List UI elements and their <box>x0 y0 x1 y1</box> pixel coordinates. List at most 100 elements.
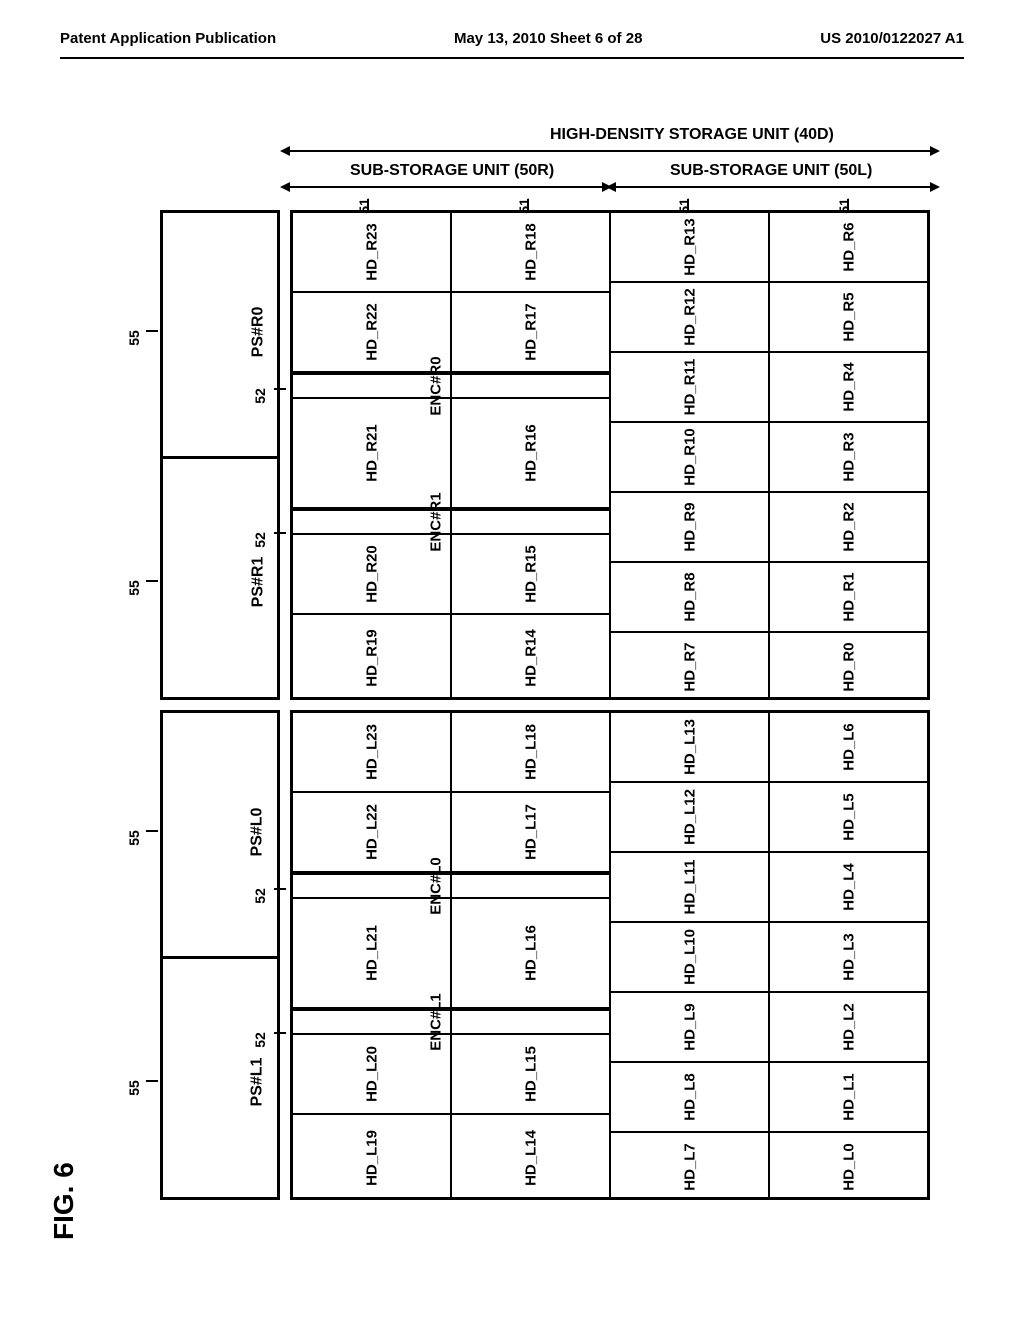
arrow-top-right <box>930 146 940 156</box>
drive-l0: HD_L0 <box>840 1143 857 1191</box>
tick-52-l0 <box>274 888 286 890</box>
cell-r3: HD_R3 <box>770 423 927 493</box>
drive-l22: HD_L22 <box>363 804 380 860</box>
ref-51-c2: 51 <box>516 198 532 214</box>
ps-col-l: PS#L0 PS#L1 <box>160 710 280 1200</box>
drive-r4: HD_R4 <box>840 362 857 411</box>
cell-r10: HD_R10 <box>611 423 768 493</box>
cell-r8: HD_R8 <box>611 563 768 633</box>
drive-r11: HD_R11 <box>681 359 698 416</box>
ref-55-r0: 55 <box>126 330 142 346</box>
ref-52-l1: 52 <box>252 1032 268 1048</box>
col-l3: HD_L13 HD_L12 HD_L11 HD_L10 HD_L9 HD_L8 … <box>611 713 770 1197</box>
ps-r-divider <box>163 456 277 459</box>
col-r4: HD_R6 HD_R5 HD_R4 HD_R3 HD_R2 HD_R1 HD_R… <box>770 213 927 697</box>
arrow-top <box>290 150 930 152</box>
ps-r0-label: PS#R0 <box>249 307 267 358</box>
drive-r3: HD_R3 <box>840 432 857 481</box>
cell-l15: HD_L15 <box>452 1035 609 1115</box>
cell-r12: HD_R12 <box>611 283 768 353</box>
tick-52-r1 <box>274 532 286 534</box>
drive-r18: HD_R18 <box>522 223 539 281</box>
drive-l5: HD_L5 <box>840 793 857 841</box>
tick-51-c4 <box>847 199 849 211</box>
enc-r0-c1 <box>293 373 450 399</box>
drive-r17: HD_R17 <box>522 303 539 361</box>
arrow-sub-l-r <box>930 182 940 192</box>
drive-l9: HD_L9 <box>681 1003 698 1051</box>
cell-r17: HD_R17 <box>452 293 609 373</box>
enc-r1-c2: ENC#R1 <box>452 509 609 535</box>
cell-l6: HD_L6 <box>770 713 927 783</box>
drive-r15: HD_R15 <box>522 545 539 603</box>
cell-l19: HD_L19 <box>293 1115 450 1200</box>
tick-55-r0 <box>146 330 158 332</box>
cell-r22: HD_R22 <box>293 293 450 373</box>
enc-r0-c2: ENC#R0 <box>452 373 609 399</box>
col-r3: HD_R13 HD_R12 HD_R11 HD_R10 HD_R9 HD_R8 … <box>611 213 770 697</box>
ref-52-l0: 52 <box>252 888 268 904</box>
ps-l-divider <box>163 956 277 959</box>
tick-51-c2 <box>527 199 529 211</box>
cell-r14: HD_R14 <box>452 615 609 700</box>
drive-r8: HD_R8 <box>681 572 698 621</box>
col-l1: HD_L23 HD_L22 HD_L21 HD_L20 HD_L19 <box>293 713 452 1197</box>
cell-r4: HD_R4 <box>770 353 927 423</box>
tick-55-l0 <box>146 830 158 832</box>
drive-r13: HD_R13 <box>681 218 698 276</box>
cell-r13: HD_R13 <box>611 213 768 283</box>
figure: FIG. 6 HIGH-DENSITY STORAGE UNIT (40D) S… <box>70 130 950 1250</box>
cell-r18: HD_R18 <box>452 213 609 293</box>
tick-52-l1 <box>274 1032 286 1034</box>
ps-col-r: PS#R0 PS#R1 <box>160 210 280 700</box>
enc-r1-c1 <box>293 509 450 535</box>
cell-l20: HD_L20 <box>293 1035 450 1115</box>
col-l2: HD_L18 HD_L17 ENC#L0 HD_L16 ENC#L1 HD_L1… <box>452 713 611 1197</box>
cell-r16: HD_R16 <box>452 399 609 509</box>
cell-l13: HD_L13 <box>611 713 768 783</box>
drive-r14: HD_R14 <box>522 629 539 687</box>
drive-r0: HD_R0 <box>840 642 857 691</box>
drive-l7: HD_L7 <box>681 1143 698 1191</box>
drive-l17: HD_L17 <box>522 804 539 860</box>
ref-51-c4: 51 <box>836 198 852 214</box>
drive-l11: HD_L11 <box>681 859 698 914</box>
drive-grid-l: HD_L23 HD_L22 HD_L21 HD_L20 HD_L19 HD_L1… <box>290 710 930 1200</box>
arrow-top-left <box>280 146 290 156</box>
tick-51-c3 <box>687 199 689 211</box>
drive-l20: HD_L20 <box>363 1046 380 1102</box>
cell-l5: HD_L5 <box>770 783 927 853</box>
drive-l15: HD_L15 <box>522 1046 539 1102</box>
drive-l21: HD_L21 <box>363 925 380 981</box>
enc-l1-c2: ENC#L1 <box>452 1009 609 1035</box>
drive-l18: HD_L18 <box>522 724 539 780</box>
arrow-sub-l-l <box>606 182 616 192</box>
drive-l12: HD_L12 <box>681 789 698 845</box>
drive-l23: HD_L23 <box>363 724 380 780</box>
arrow-sub-r <box>290 186 605 188</box>
drive-l10: HD_L10 <box>681 929 698 985</box>
ps-l1-label: PS#L1 <box>248 1058 266 1107</box>
drive-l2: HD_L2 <box>840 1003 857 1051</box>
diagram: HIGH-DENSITY STORAGE UNIT (40D) SUB-STOR… <box>130 130 950 1220</box>
drive-l14: HD_L14 <box>522 1130 539 1186</box>
arrow-sub-l <box>615 186 930 188</box>
drive-l13: HD_L13 <box>681 719 698 775</box>
tick-55-l1 <box>146 1080 158 1082</box>
drive-r20: HD_R20 <box>363 545 380 603</box>
cell-r5: HD_R5 <box>770 283 927 353</box>
ref-52-r0: 52 <box>252 388 268 404</box>
col-l4: HD_L6 HD_L5 HD_L4 HD_L3 HD_L2 HD_L1 HD_L… <box>770 713 927 1197</box>
header-left: Patent Application Publication <box>60 30 276 47</box>
tick-51-c1 <box>367 199 369 211</box>
cell-l8: HD_L8 <box>611 1063 768 1133</box>
drive-l19: HD_L19 <box>363 1130 380 1186</box>
cell-r1: HD_R1 <box>770 563 927 633</box>
header-rule <box>60 57 964 59</box>
cell-l7: HD_L7 <box>611 1133 768 1200</box>
cell-l10: HD_L10 <box>611 923 768 993</box>
cell-r19: HD_R19 <box>293 615 450 700</box>
tick-55-r1 <box>146 580 158 582</box>
drive-l1: HD_L1 <box>840 1073 857 1121</box>
drive-l3: HD_L3 <box>840 933 857 981</box>
